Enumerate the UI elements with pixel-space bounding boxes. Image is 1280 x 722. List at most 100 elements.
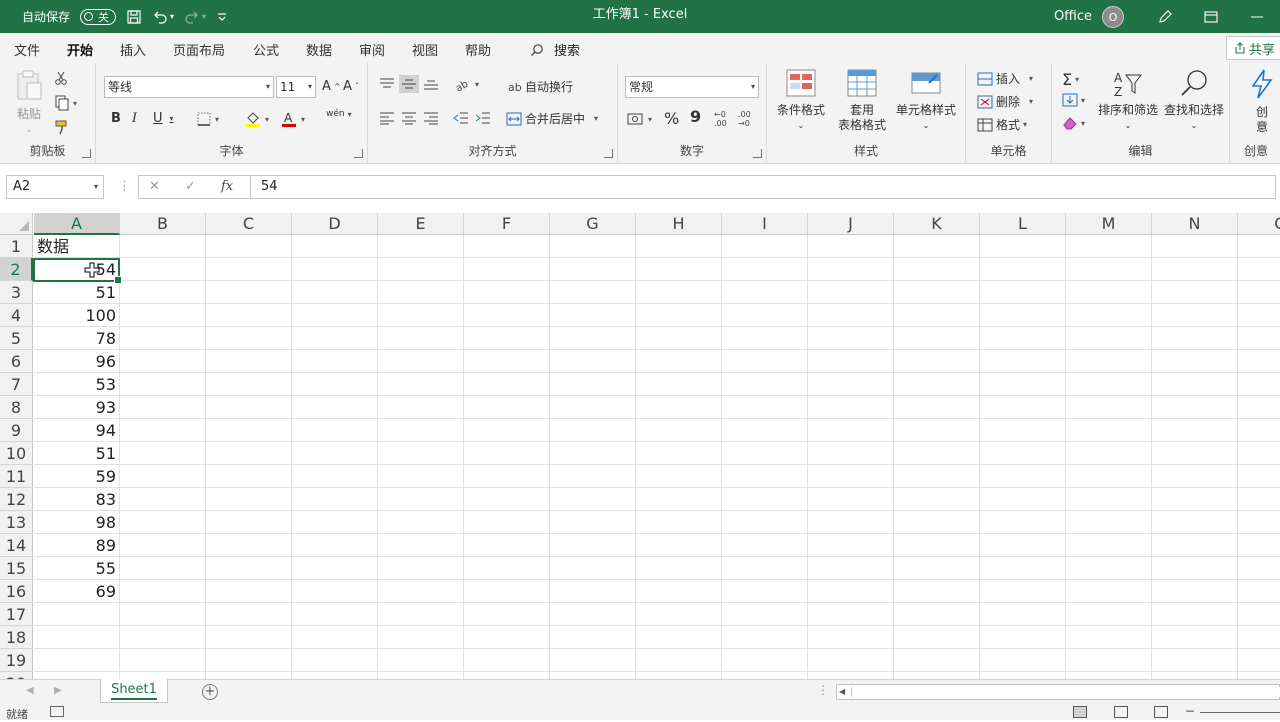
cell-i9[interactable] (722, 419, 808, 442)
number-launcher-icon[interactable] (753, 149, 762, 158)
cell-h2[interactable] (636, 258, 722, 281)
align-left-icon[interactable] (379, 111, 395, 125)
cell-h16[interactable] (636, 580, 722, 603)
cell-h6[interactable] (636, 350, 722, 373)
cell-j6[interactable] (808, 350, 894, 373)
cell-d7[interactable] (292, 373, 378, 396)
cell-o18[interactable] (1238, 626, 1280, 649)
cell-d19[interactable] (292, 649, 378, 672)
cell-i4[interactable] (722, 304, 808, 327)
cell-h1[interactable] (636, 235, 722, 258)
cell-g8[interactable] (550, 396, 636, 419)
cell-c8[interactable] (206, 396, 292, 419)
cell-a15[interactable]: 55 (34, 557, 120, 580)
cell-k4[interactable] (894, 304, 980, 327)
cell-o8[interactable] (1238, 396, 1280, 419)
next-sheet-icon[interactable]: ▶ (54, 685, 62, 696)
cell-i16[interactable] (722, 580, 808, 603)
cell-b6[interactable] (120, 350, 206, 373)
decrease-indent-icon[interactable] (453, 111, 469, 125)
font-launcher-icon[interactable] (354, 149, 363, 158)
cell-k14[interactable] (894, 534, 980, 557)
cell-a19[interactable] (34, 649, 120, 672)
column-header-i[interactable]: I (722, 213, 808, 235)
cell-o11[interactable] (1238, 465, 1280, 488)
cell-k9[interactable] (894, 419, 980, 442)
cell-o17[interactable] (1238, 603, 1280, 626)
cell-m17[interactable] (1066, 603, 1152, 626)
cell-b11[interactable] (120, 465, 206, 488)
shrink-font-button[interactable]: Aˇ (343, 79, 359, 94)
cell-d8[interactable] (292, 396, 378, 419)
select-all-button[interactable] (0, 213, 33, 235)
cell-o5[interactable] (1238, 327, 1280, 350)
cell-o6[interactable] (1238, 350, 1280, 373)
cell-a1[interactable]: 数据 (34, 235, 120, 258)
cell-a17[interactable] (34, 603, 120, 626)
cell-d20[interactable] (292, 672, 378, 679)
cell-m2[interactable] (1066, 258, 1152, 281)
cell-b14[interactable] (120, 534, 206, 557)
cell-e10[interactable] (378, 442, 464, 465)
cell-n16[interactable] (1152, 580, 1238, 603)
cell-d3[interactable] (292, 281, 378, 304)
cell-m18[interactable] (1066, 626, 1152, 649)
cell-l4[interactable] (980, 304, 1066, 327)
clipboard-launcher-icon[interactable] (82, 149, 91, 158)
cell-j10[interactable] (808, 442, 894, 465)
cell-j12[interactable] (808, 488, 894, 511)
cell-i12[interactable] (722, 488, 808, 511)
tab-page-layout[interactable]: 页面布局 (173, 40, 225, 59)
account-name[interactable]: Office (1054, 9, 1092, 24)
cell-o1[interactable] (1238, 235, 1280, 258)
column-header-d[interactable]: D (292, 213, 378, 235)
cell-l13[interactable] (980, 511, 1066, 534)
cell-d2[interactable] (292, 258, 378, 281)
cell-b7[interactable] (120, 373, 206, 396)
percent-button[interactable]: % (664, 109, 679, 128)
row-header-5[interactable]: 5 (0, 327, 33, 350)
cell-i17[interactable] (722, 603, 808, 626)
cell-d5[interactable] (292, 327, 378, 350)
cut-icon[interactable] (54, 71, 68, 85)
underline-button[interactable]: U ▾ (153, 111, 174, 126)
cell-o10[interactable] (1238, 442, 1280, 465)
border-button[interactable]: ▾ (196, 111, 219, 127)
cell-b12[interactable] (120, 488, 206, 511)
cell-k10[interactable] (894, 442, 980, 465)
column-header-l[interactable]: L (980, 213, 1066, 235)
row-header-8[interactable]: 8 (0, 396, 33, 419)
cell-o4[interactable] (1238, 304, 1280, 327)
cell-f9[interactable] (464, 419, 550, 442)
cell-k19[interactable] (894, 649, 980, 672)
cell-n20[interactable] (1152, 672, 1238, 679)
format-as-table-button[interactable]: 套用 表格格式 (829, 69, 895, 133)
insert-function-icon[interactable]: fx (221, 179, 233, 194)
cell-j3[interactable] (808, 281, 894, 304)
cell-l15[interactable] (980, 557, 1066, 580)
cell-g15[interactable] (550, 557, 636, 580)
font-size-select[interactable]: 11 ▾ (276, 76, 316, 98)
cell-g9[interactable] (550, 419, 636, 442)
align-right-icon[interactable] (423, 111, 439, 125)
cell-d18[interactable] (292, 626, 378, 649)
cell-f14[interactable] (464, 534, 550, 557)
cell-m16[interactable] (1066, 580, 1152, 603)
cell-g20[interactable] (550, 672, 636, 679)
cell-f20[interactable] (464, 672, 550, 679)
add-sheet-icon[interactable]: + (202, 684, 218, 700)
grow-font-button[interactable]: A ^ (322, 79, 341, 94)
cell-d10[interactable] (292, 442, 378, 465)
cell-f12[interactable] (464, 488, 550, 511)
cell-m9[interactable] (1066, 419, 1152, 442)
cell-e8[interactable] (378, 396, 464, 419)
cell-l20[interactable] (980, 672, 1066, 679)
conditional-formatting-button[interactable]: 条件格式 ⌄ (773, 69, 829, 133)
cell-i10[interactable] (722, 442, 808, 465)
cell-g2[interactable] (550, 258, 636, 281)
wrap-text-button[interactable]: ab 自动换行 (508, 78, 573, 95)
cell-n7[interactable] (1152, 373, 1238, 396)
cell-c15[interactable] (206, 557, 292, 580)
cell-m12[interactable] (1066, 488, 1152, 511)
cell-o3[interactable] (1238, 281, 1280, 304)
